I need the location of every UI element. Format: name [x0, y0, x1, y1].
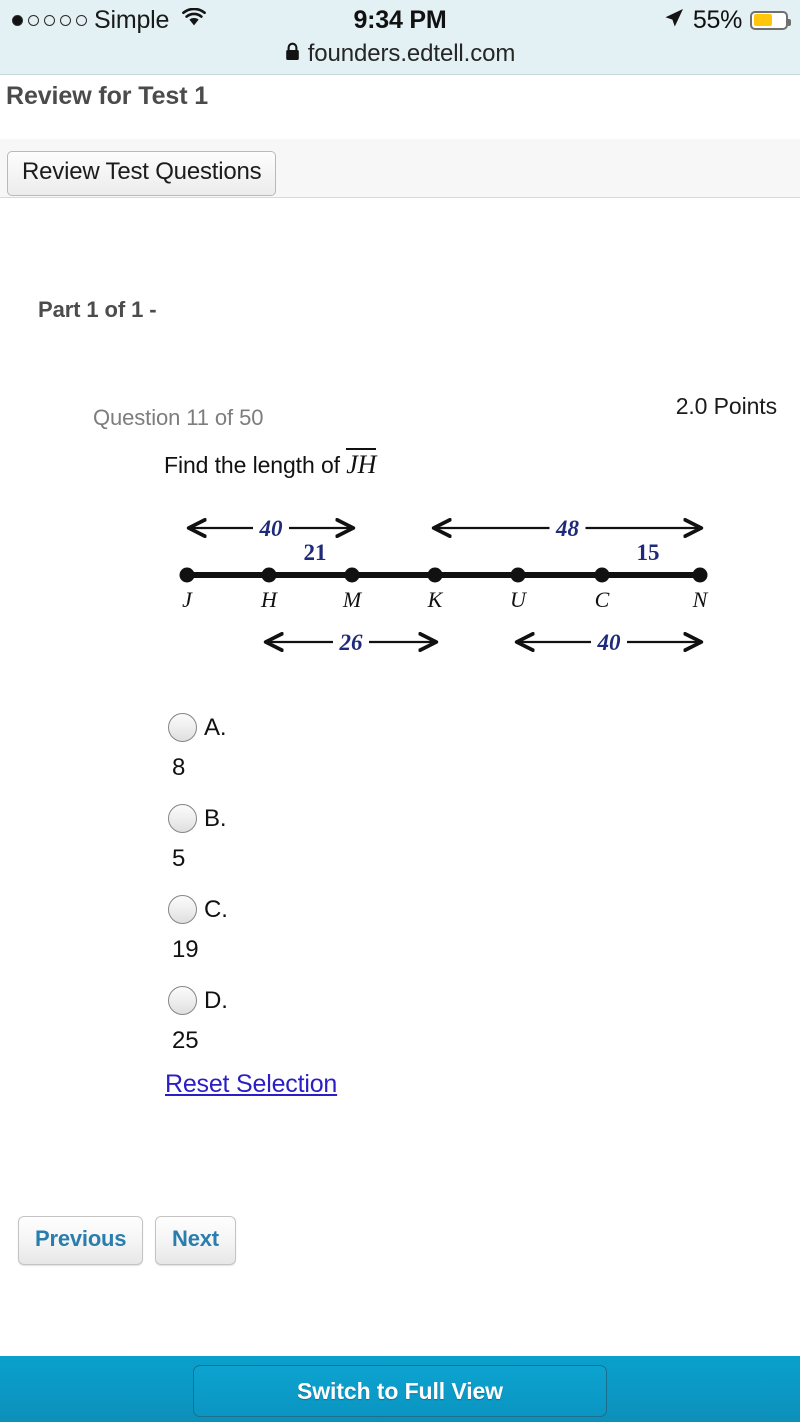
svg-text:15: 15	[637, 540, 660, 565]
mobile-browser-page: Simple 9:34 PM 55% founders.edtell.com R…	[0, 0, 800, 1422]
svg-text:J: J	[182, 587, 193, 612]
bottom-action-bar: Switch to Full View	[0, 1356, 800, 1422]
svg-text:U: U	[510, 587, 528, 612]
battery-percentage: 55%	[692, 5, 742, 34]
choice-letter-b: B.	[204, 804, 227, 832]
choice-row-a[interactable]: A.	[168, 713, 227, 742]
lock-icon	[285, 42, 300, 66]
measure-labels-inline: 21 15	[304, 540, 660, 565]
radio-button-b[interactable]	[168, 804, 197, 833]
reset-selection-link[interactable]: Reset Selection	[165, 1070, 337, 1099]
svg-text:40: 40	[597, 630, 622, 655]
svg-text:C: C	[595, 587, 610, 612]
choice-value-a: 8	[172, 754, 186, 781]
svg-text:26: 26	[339, 630, 364, 655]
battery-icon	[750, 10, 791, 30]
switch-to-full-view-button[interactable]: Switch to Full View	[193, 1365, 607, 1417]
radio-button-a[interactable]	[168, 713, 197, 742]
svg-text:21: 21	[304, 540, 327, 565]
tab-bar: Review Test Questions	[0, 139, 800, 198]
number-line-point-labels: JHMKUCN	[182, 587, 709, 612]
measure-arrows-above: 40 48	[190, 516, 700, 541]
page-url: founders.edtell.com	[307, 40, 516, 67]
location-arrow-icon	[663, 7, 685, 34]
choice-row-c[interactable]: C.	[168, 895, 228, 924]
choice-row-d[interactable]: D.	[168, 986, 228, 1015]
svg-text:40: 40	[259, 516, 284, 541]
number-line-svg: J H M K U C N 40 48 21 15 26 40	[179, 516, 709, 655]
choice-letter-a: A.	[204, 713, 227, 741]
segment-jh-label: JH	[346, 448, 377, 479]
svg-text:H: H	[260, 587, 278, 612]
question-number: Question 11 of 50	[93, 405, 264, 430]
svg-text:48: 48	[555, 516, 580, 541]
page-title: Review for Test 1	[6, 82, 209, 110]
radio-button-c[interactable]	[168, 895, 197, 924]
svg-text:K: K	[427, 587, 444, 612]
measure-arrows-below: 26 40	[267, 630, 700, 655]
choice-letter-d: D.	[204, 986, 228, 1014]
svg-text:M: M	[342, 587, 363, 612]
choice-value-d: 25	[172, 1027, 199, 1054]
tab-review-test-questions[interactable]: Review Test Questions	[7, 151, 277, 196]
question-text: Find the length of JH	[164, 448, 376, 479]
choice-row-b[interactable]: B.	[168, 804, 227, 833]
question-prefix: Find the length of	[164, 452, 340, 478]
svg-text:N: N	[692, 587, 709, 612]
next-button[interactable]: Next	[155, 1216, 236, 1265]
choice-value-c: 19	[172, 936, 199, 963]
radio-button-d[interactable]	[168, 986, 197, 1015]
question-points: 2.0 Points	[675, 393, 777, 419]
part-label: Part 1 of 1 -	[38, 297, 157, 322]
choice-value-b: 5	[172, 845, 186, 872]
previous-button[interactable]: Previous	[18, 1216, 144, 1265]
choice-letter-c: C.	[204, 895, 228, 923]
ios-status-bar: Simple 9:34 PM 55% founders.edtell.com	[0, 0, 800, 75]
number-line-diagram: J H M K U C N 40 48 21 15 26 40	[160, 498, 730, 668]
browser-address-display[interactable]: founders.edtell.com	[0, 34, 800, 74]
